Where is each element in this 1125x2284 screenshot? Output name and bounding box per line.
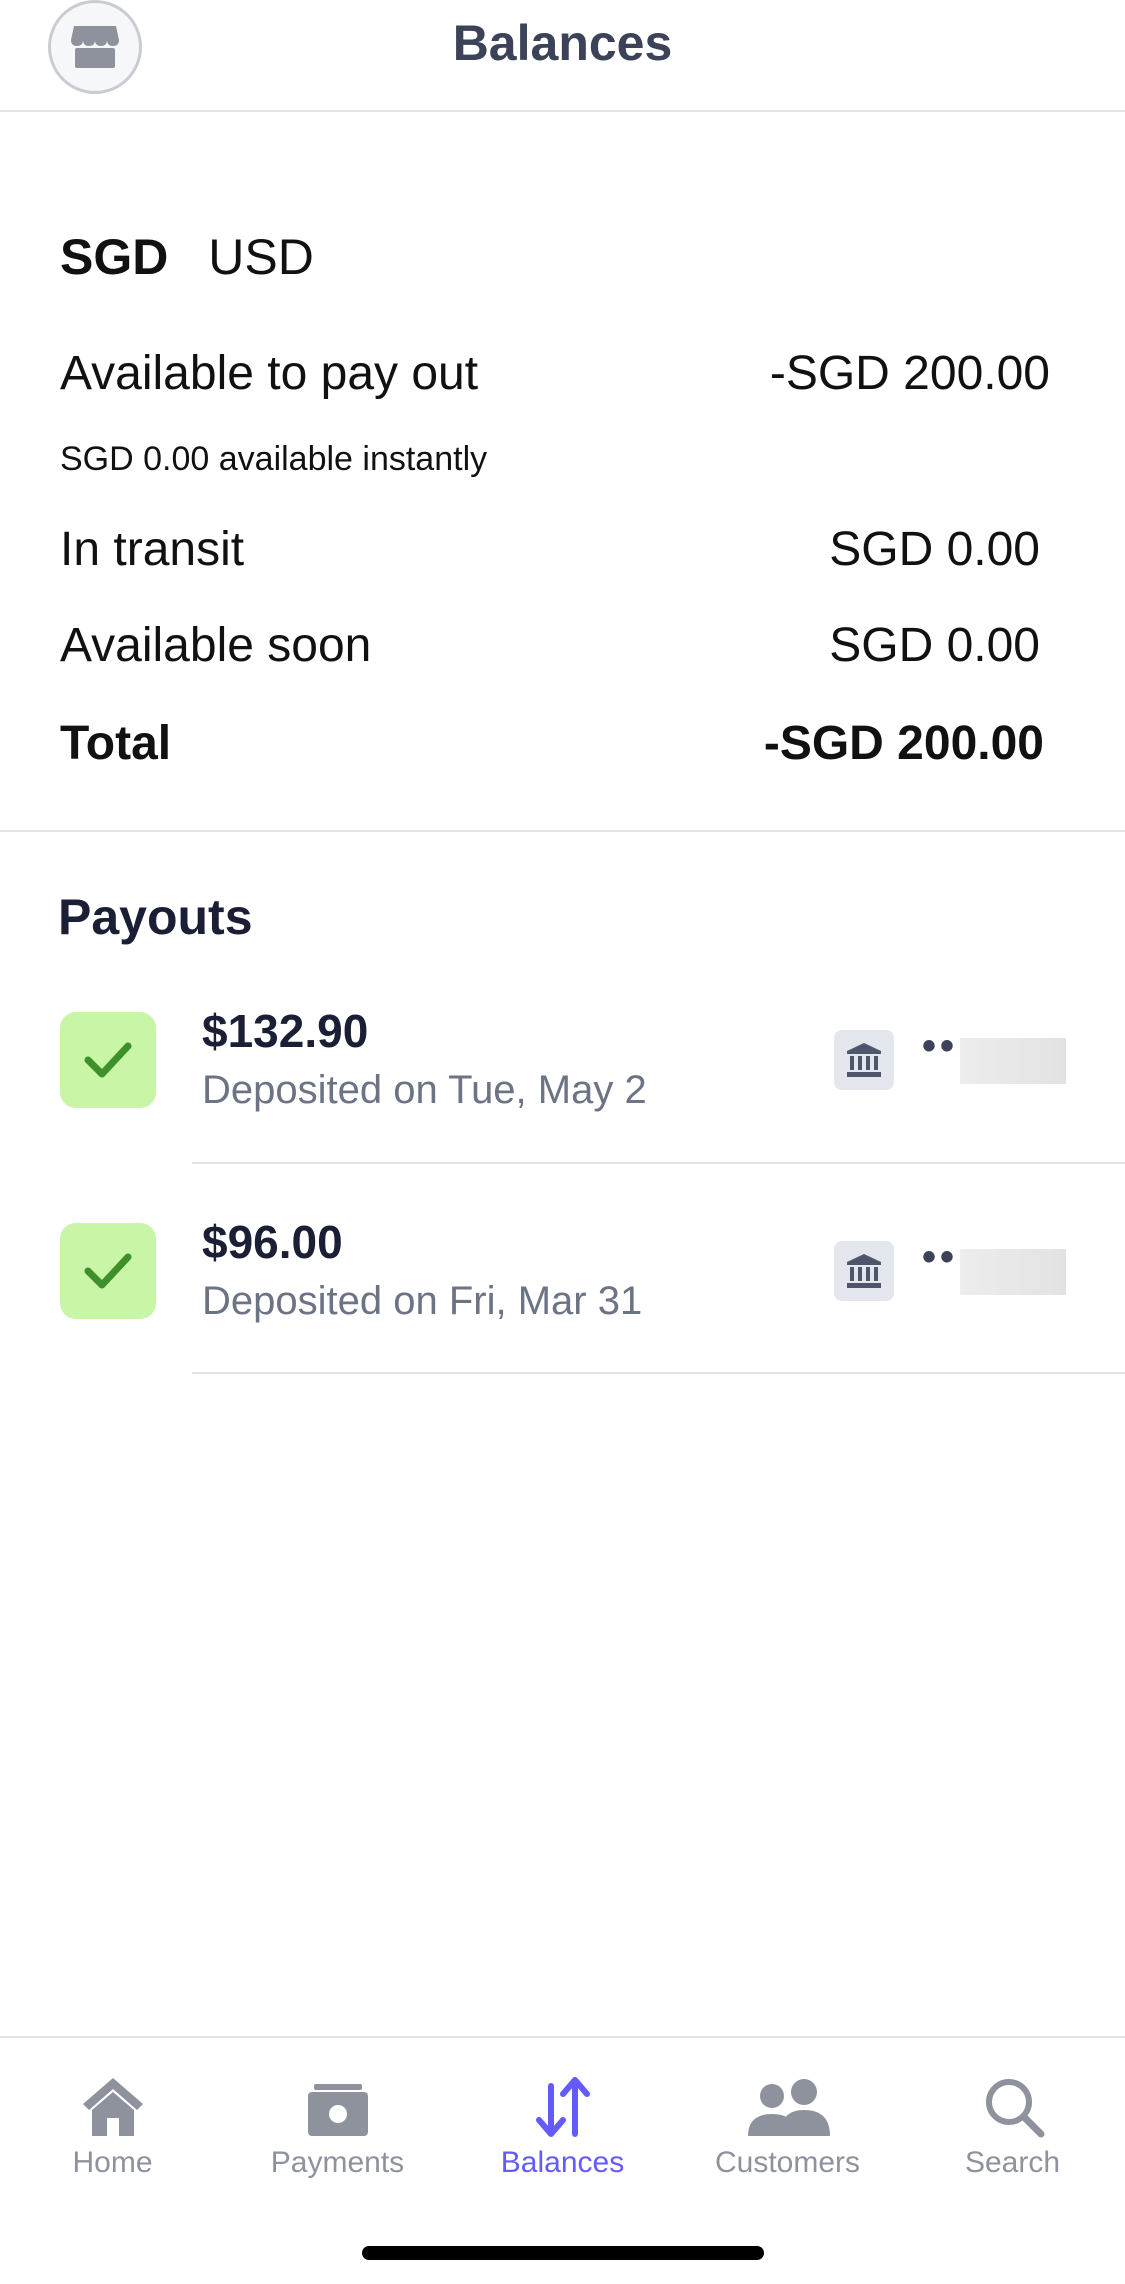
payout-amount: $96.00 (202, 1216, 343, 1268)
tab-search-label: Search (964, 2146, 1061, 2179)
payout-row[interactable]: $96.00 Deposited on Fri, Mar 31 •• (0, 1216, 1125, 1423)
tab-balances-label: Balances (500, 2146, 625, 2179)
bank-icon (834, 1241, 894, 1301)
tab-customers[interactable]: Customers (675, 2058, 900, 2198)
account-number-dots: •• (922, 1024, 959, 1068)
payout-divider (192, 1162, 1125, 1164)
search-icon (985, 2079, 1044, 2138)
account-number-redacted (960, 1249, 1066, 1295)
in-transit-label: In transit (60, 523, 245, 576)
check-icon (84, 1042, 132, 1078)
currency-switcher: SGD USD (60, 228, 340, 286)
home-indicator[interactable] (362, 2246, 764, 2260)
tab-payments[interactable]: Payments (225, 2058, 450, 2198)
payments-icon (307, 2084, 368, 2136)
currency-tab-usd[interactable]: USD (208, 228, 314, 286)
balances-icon (535, 2077, 590, 2137)
tab-customers-label: Customers (714, 2146, 861, 2179)
tab-payments-label: Payments (270, 2146, 405, 2179)
bank-icon (834, 1030, 894, 1090)
total-label: Total (60, 717, 172, 770)
available-soon-label: Available soon (60, 619, 372, 672)
tab-home[interactable]: Home (0, 2058, 225, 2198)
account-number-dots: •• (922, 1235, 959, 1279)
tab-balances[interactable]: Balances (450, 2058, 675, 2198)
tab-search[interactable]: Search (900, 2058, 1125, 2198)
available-soon-value: SGD 0.00 (829, 619, 1040, 672)
available-to-pay-out-label: Available to pay out (60, 347, 479, 400)
total-value: -SGD 200.00 (763, 717, 1044, 770)
top-nav-bar: Balances (0, 0, 1125, 112)
payouts-heading: Payouts (58, 889, 253, 945)
section-divider (0, 830, 1125, 832)
page-title: Balances (452, 15, 673, 71)
check-icon (84, 1253, 132, 1289)
account-number-redacted (960, 1038, 1066, 1084)
customers-icon (747, 2079, 830, 2136)
payout-row[interactable]: $132.90 Deposited on Tue, May 2 •• (0, 1005, 1125, 1212)
currency-tab-sgd[interactable]: SGD (60, 228, 168, 286)
home-icon (82, 2078, 143, 2136)
payout-divider (192, 1372, 1125, 1374)
tab-home-label: Home (72, 2146, 153, 2179)
available-to-pay-out-value: -SGD 200.00 (769, 347, 1050, 400)
payout-status-badge (60, 1012, 156, 1108)
payout-date: Deposited on Tue, May 2 (202, 1068, 647, 1112)
instant-availability-note: SGD 0.00 available instantly (60, 440, 488, 478)
payout-amount: $132.90 (202, 1005, 369, 1057)
in-transit-value: SGD 0.00 (829, 523, 1040, 576)
payout-date: Deposited on Fri, Mar 31 (202, 1279, 643, 1323)
payout-status-badge (60, 1223, 156, 1319)
